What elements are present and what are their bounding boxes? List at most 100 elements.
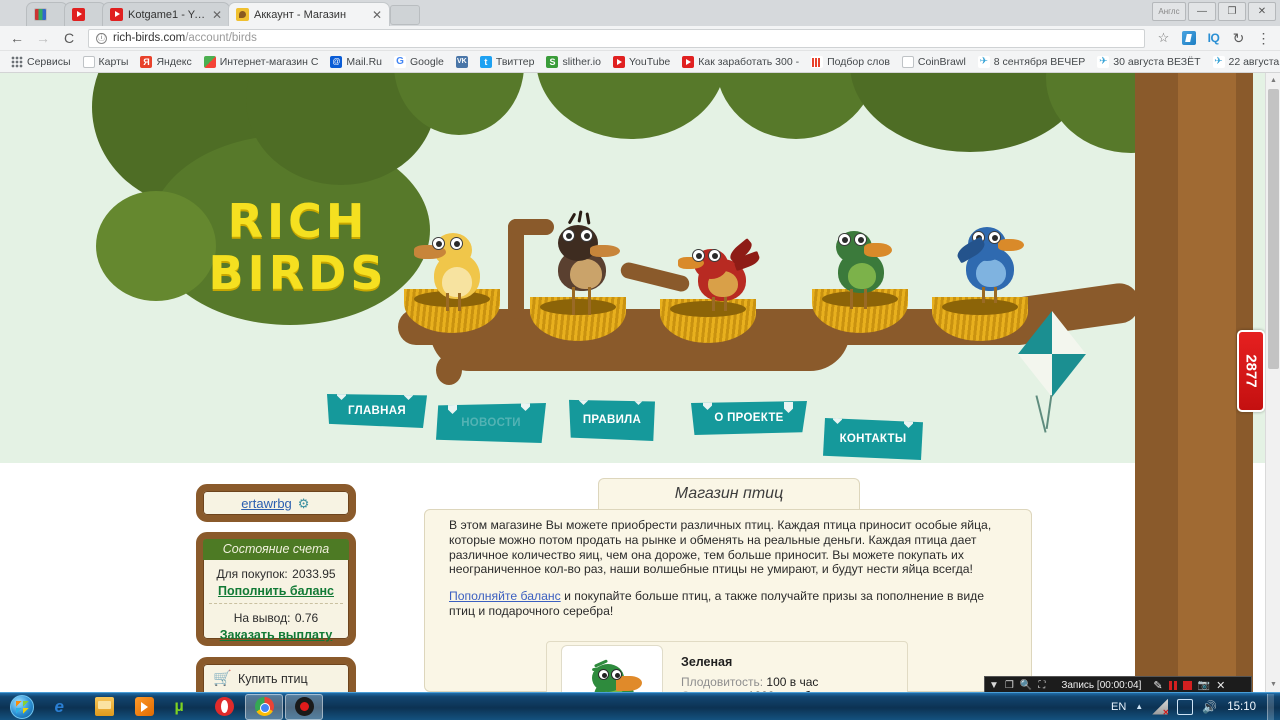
bookmark-how-to-earn[interactable]: Как заработать 300 -: [676, 53, 805, 71]
tab-0[interactable]: [26, 2, 68, 26]
pin-icon: [833, 413, 842, 424]
recorder-window-icon[interactable]: ❐: [1005, 680, 1014, 691]
tab-close-icon[interactable]: ✕: [372, 9, 382, 21]
recorder-stop-icon[interactable]: [1183, 681, 1192, 690]
nav-flag-label: КОНТАКТЫ: [840, 433, 907, 445]
recorder-region-icon[interactable]: ⛶: [1038, 680, 1045, 691]
bookmark-label: Подбор слов: [827, 56, 890, 68]
bird-beak: [998, 239, 1024, 251]
extension-blue-icon[interactable]: [1178, 28, 1199, 48]
bookmark-google[interactable]: GGoogle: [388, 53, 450, 71]
site-info-icon[interactable]: ⓘ: [96, 33, 107, 44]
pin-icon: [404, 389, 413, 400]
scroll-up-icon[interactable]: ▲: [1266, 73, 1280, 88]
bookmark-yandex[interactable]: ЯЯндекс: [134, 53, 197, 71]
bookmark-youtube[interactable]: YouTube: [607, 53, 676, 71]
minimize-button[interactable]: —: [1188, 2, 1216, 21]
recorder-pen-icon[interactable]: ✎: [1153, 679, 1162, 692]
tray-expand-icon[interactable]: ▲: [1135, 702, 1143, 711]
taskbar-item-file-explorer[interactable]: [85, 694, 123, 720]
bird-leg: [994, 287, 997, 303]
bird-eye: [838, 233, 851, 246]
url-text: rich-birds.com/account/birds: [113, 32, 257, 44]
tab-1[interactable]: [64, 2, 106, 26]
withdraw-balance-label: На вывод:: [234, 611, 291, 625]
nav-flag-main[interactable]: ГЛАВНАЯ: [327, 394, 427, 428]
iq-extension-icon[interactable]: IQ: [1203, 28, 1224, 48]
address-bar[interactable]: ⓘ rich-birds.com/account/birds: [88, 29, 1145, 48]
topup-balance-link[interactable]: Пополнить баланс: [203, 584, 349, 598]
taskbar-item-chrome[interactable]: [245, 694, 283, 720]
bookmark-label: Mail.Ru: [346, 56, 382, 68]
bookmarks-bar: Сервисы Карты ЯЯндекс Интернет-магазин C…: [0, 51, 1280, 73]
nav-flag-rules[interactable]: ПРАВИЛА: [569, 399, 655, 441]
url-path: /account/birds: [185, 32, 257, 44]
language-indicator[interactable]: EN: [1111, 701, 1126, 713]
gear-icon[interactable]: ⚙: [298, 497, 311, 510]
recorder-camera-icon[interactable]: 📷: [1198, 680, 1210, 691]
bookmark-chrome-store[interactable]: Интернет-магазин C: [198, 53, 325, 71]
chrome-menu-icon[interactable]: ⋮: [1253, 28, 1274, 48]
scroll-down-icon[interactable]: ▼: [1266, 677, 1280, 692]
taskbar-item-media-player[interactable]: [125, 694, 163, 720]
new-tab-button[interactable]: [390, 5, 420, 25]
volume-icon[interactable]: 🔊: [1202, 699, 1218, 715]
recording-status: Запись [00:00:04]: [1061, 680, 1141, 691]
scrollbar-thumb[interactable]: [1268, 89, 1279, 369]
taskbar-item-utorrent[interactable]: µ: [165, 694, 203, 720]
tab-kotgame1-youtube[interactable]: Kotgame1 - YouTube ✕: [102, 2, 230, 26]
taskbar-clock[interactable]: 15:10: [1227, 701, 1256, 713]
bookmark-slither[interactable]: Sslither.io: [540, 53, 607, 71]
recorder-close-icon[interactable]: ✕: [1216, 679, 1225, 692]
recorder-pause-icon[interactable]: [1169, 681, 1177, 690]
taskbar-item-internet-explorer[interactable]: e: [45, 694, 83, 720]
bookmark-label: 30 августа ВЕЗЁТ: [1113, 56, 1200, 68]
start-button[interactable]: [0, 693, 44, 721]
page-viewport: RICH BIRDS: [0, 73, 1280, 692]
pin-icon: [703, 399, 712, 410]
request-payout-link[interactable]: Заказать выплату: [203, 628, 349, 642]
nav-flag-about[interactable]: О ПРОЕКТЕ: [691, 401, 807, 435]
forward-button[interactable]: →: [32, 28, 54, 48]
show-desktop-button[interactable]: [1267, 694, 1274, 720]
topup-balance-inline-link[interactable]: Пополняйте баланс: [449, 589, 561, 603]
bookmark-wordstat[interactable]: Подбор слов: [805, 53, 896, 71]
bookmark-8-september[interactable]: ✈8 сентября ВЕЧЕР: [972, 53, 1092, 71]
bookmark-twitter[interactable]: Твиттер: [474, 53, 541, 71]
sidebar-item-buy-birds[interactable]: 🛒 Купить птиц: [203, 664, 349, 692]
tab-account-shop[interactable]: Аккаунт - Магазин ✕: [228, 2, 390, 26]
refresh-extension-icon[interactable]: ↻: [1228, 28, 1249, 48]
tab-title: Kotgame1 - YouTube: [128, 9, 207, 21]
back-button[interactable]: ←: [6, 28, 28, 48]
taskbar-item-opera[interactable]: [205, 694, 243, 720]
reload-button[interactable]: C: [58, 28, 80, 48]
tab-close-icon[interactable]: ✕: [212, 9, 222, 21]
bookmark-mailru[interactable]: Mail.Ru: [324, 53, 388, 71]
recorder-zoom-icon[interactable]: 🔍: [1020, 680, 1032, 691]
side-counter-badge[interactable]: 2877: [1237, 330, 1265, 412]
bookmark-22-august[interactable]: ✈22 августа: [1207, 53, 1280, 71]
bird-leg: [724, 297, 727, 311]
username-link[interactable]: ertawrbg: [241, 496, 292, 511]
language-indicator[interactable]: Англс: [1152, 2, 1186, 21]
bookmark-coinbrawl[interactable]: CoinBrawl: [896, 53, 972, 71]
nav-flag-news[interactable]: НОВОСТИ: [436, 403, 546, 443]
page-scrollbar[interactable]: ▲ ▼: [1265, 73, 1280, 692]
bookmark-vk[interactable]: VK: [450, 53, 474, 71]
taskbar-item-recorder[interactable]: [285, 694, 323, 720]
recorder-dropdown-icon[interactable]: ▼: [989, 680, 999, 691]
monitor-icon[interactable]: [1177, 699, 1193, 715]
bird-eye: [854, 233, 867, 246]
maximize-button[interactable]: ❐: [1218, 2, 1246, 21]
close-button[interactable]: ✕: [1248, 2, 1276, 21]
bookmark-label: 8 сентября ВЕЧЕР: [994, 56, 1086, 68]
network-error-icon[interactable]: [1152, 699, 1168, 715]
nav-flag-label: О ПРОЕКТЕ: [714, 412, 783, 424]
nav-flag-contacts[interactable]: КОНТАКТЫ: [823, 418, 923, 460]
bird-dark: [540, 213, 640, 317]
bookmark-star-icon[interactable]: ☆: [1153, 28, 1174, 48]
bookmark-maps[interactable]: Карты: [77, 53, 135, 71]
bookmark-30-august[interactable]: ✈30 августа ВЕЗЁТ: [1091, 53, 1206, 71]
bird-beak: [590, 245, 620, 257]
bookmark-services[interactable]: Сервисы: [5, 53, 77, 71]
